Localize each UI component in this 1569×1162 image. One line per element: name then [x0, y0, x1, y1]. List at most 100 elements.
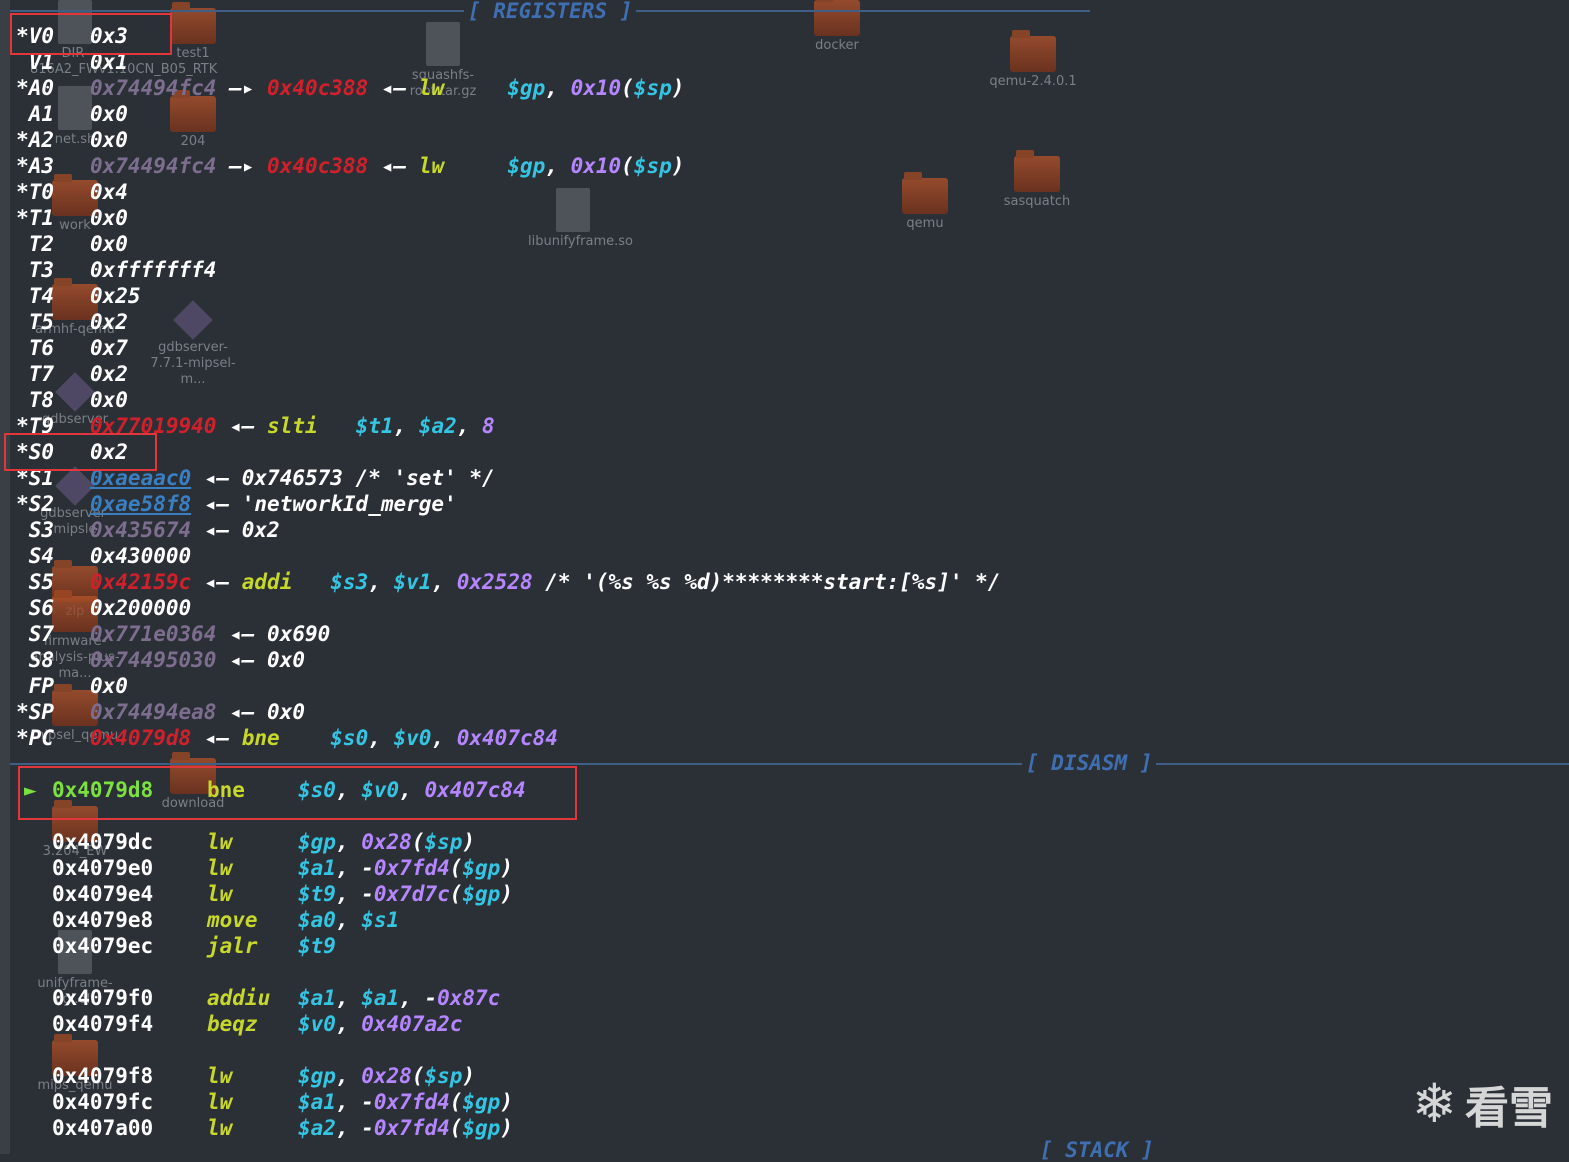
heap-pointer[interactable]: 0xae58f8 [90, 492, 191, 516]
instruction-mnemonic: lw [207, 1064, 233, 1088]
operand: 0x28 [361, 830, 412, 854]
operand: $s0 [330, 726, 369, 750]
operand: ( [411, 830, 425, 854]
operand: $a1 [298, 856, 336, 880]
register-name: T2 [28, 232, 54, 256]
instruction-row[interactable]: 0x4079f8 lw $gp, 0x28($sp) [12, 1063, 912, 1089]
register-value: 0x0 [90, 127, 128, 153]
register-row: *S2 0xae58f8 ◂— 'networkId_merge' [12, 491, 1212, 517]
operand: $t9 [298, 882, 336, 906]
stack-pointer-value[interactable]: 0x74495030 [90, 648, 216, 672]
operand: $gp [462, 1116, 501, 1140]
register-name: *T1 [16, 206, 54, 230]
register-name: S7 [28, 622, 54, 646]
code-pointer[interactable]: 0x40c388 [267, 154, 368, 178]
register-value: 0x0 [90, 231, 128, 257]
operand: , - [335, 856, 374, 880]
deref-arrow: ◂— [229, 700, 255, 724]
operand: , - [399, 986, 438, 1010]
instruction-row[interactable]: 0x4079dc lw $gp, 0x28($sp) [12, 829, 912, 855]
operand: , - [335, 882, 374, 906]
operand: 0x407c84 [456, 726, 558, 750]
register-row: *PC 0x4079d8 ◂— bne $s0, $v0, 0x407c84 [12, 725, 1212, 751]
operand: , [545, 154, 571, 178]
dereferenced-value: 0x2 [241, 518, 280, 542]
code-pointer[interactable]: 0x42159c [90, 570, 191, 594]
operand: ( [449, 1116, 463, 1140]
gdb-terminal[interactable]: [ REGISTERS ] *V0 0x3 V1 0x1 *A0 0x74494fc4 —… [0, 0, 1569, 1162]
instruction-mnemonic: lw [207, 830, 233, 854]
stack-pointer-value[interactable]: 0x74494ea8 [90, 700, 216, 724]
operand: ) [462, 830, 476, 854]
instruction-address: 0x4079e4 [52, 882, 154, 906]
highlight-current-instruction [18, 766, 577, 820]
register-row: T8 0x0 [12, 387, 1212, 413]
instruction-row[interactable]: 0x4079f0 addiu $a1, $a1, -0x87c [12, 985, 912, 1011]
register-name: S6 [28, 596, 54, 620]
operand: ) [671, 76, 685, 100]
instruction-row[interactable]: 0x4079ec jalr $t9 [12, 933, 912, 959]
operand: $a2 [418, 414, 457, 438]
register-value: 0x200000 [90, 595, 191, 621]
instruction-address: 0x4079f0 [52, 986, 154, 1010]
instruction-operands: $t9 [298, 933, 336, 959]
instruction-row[interactable]: 0x407a00 lw $a2, -0x7fd4($gp) [12, 1115, 912, 1141]
operand: , [393, 414, 419, 438]
instruction-address: 0x4079f4 [52, 1012, 154, 1036]
register-value-text: 0x4 [90, 180, 128, 204]
register-value-text: 0x0 [90, 674, 128, 698]
stack-pointer-value[interactable]: 0x771e0364 [90, 622, 216, 646]
instruction-address: 0x4079fc [52, 1090, 154, 1114]
instruction-address: 0x4079e8 [52, 908, 154, 932]
code-pointer[interactable]: 0x4079d8 [90, 726, 191, 750]
instruction-row[interactable]: 0x4079f4 beqz $v0, 0x407a2c [12, 1011, 912, 1037]
instruction-row[interactable]: 0x4079e4 lw $t9, -0x7d7c($gp) [12, 881, 912, 907]
operand: 0x28 [361, 1064, 412, 1088]
kanxue-watermark: ❄ 看雪 [1412, 1072, 1553, 1136]
deref-arrow: ◂— [203, 492, 230, 516]
operand: $v1 [393, 570, 432, 594]
register-value: 0x74495030 ◂— 0x0 [90, 647, 305, 673]
register-value: 0x42159c ◂— addi $s3, $v1, 0x2528 /* '(%… [90, 569, 1000, 595]
register-name: T4 [28, 284, 54, 308]
operand: /* '(%s %s %d)********start:[%s]' */ [532, 570, 1001, 594]
instruction-mnemonic: lw [207, 1116, 233, 1140]
deref-arrow: —▸ [229, 76, 255, 100]
window-left-edge [0, 0, 10, 1154]
dereferenced-value: 'networkId_merge' [241, 492, 457, 516]
register-value: 0x435674 ◂— 0x2 [90, 517, 280, 543]
instruction-operands: $t9, -0x7d7c($gp) [298, 881, 513, 907]
instruction-mnemonic: lw [418, 76, 445, 100]
register-row: *V0 0x3 [12, 23, 1212, 49]
register-name: *T0 [16, 180, 54, 204]
instruction-row[interactable]: 0x4079fc lw $a1, -0x7fd4($gp) [12, 1089, 912, 1115]
register-row: FP 0x0 [12, 673, 1212, 699]
operand: $t1 [355, 414, 394, 438]
instruction-mnemonic: lw [207, 882, 233, 906]
operand: 0x7fd4 [373, 856, 450, 880]
register-name: *S2 [16, 492, 54, 516]
deref-arrow: ◂— [203, 726, 230, 750]
operand: $a2 [298, 1116, 336, 1140]
instruction-address: 0x4079f8 [52, 1064, 154, 1088]
register-row: V1 0x1 [12, 49, 1212, 75]
pointer-address[interactable]: 0x74494fc4 [90, 154, 216, 178]
registers-header: [ REGISTERS ] [464, 0, 637, 23]
operand: ) [462, 1064, 476, 1088]
register-row: S5 0x42159c ◂— addi $s3, $v1, 0x2528 /* '… [12, 569, 1212, 595]
instruction-mnemonic: bne [241, 726, 280, 750]
operand: $sp [424, 830, 463, 854]
register-row: *S1 0xaeaac0 ◂— 0x746573 /* 'set' */ [12, 465, 1212, 491]
instruction-row[interactable]: 0x4079e0 lw $a1, -0x7fd4($gp) [12, 855, 912, 881]
register-value-text: 0x0 [90, 206, 128, 230]
pointer-address[interactable]: 0x74494fc4 [90, 76, 216, 100]
instruction-row[interactable]: 0x4079e8 move $a0, $s1 [12, 907, 912, 933]
register-name: S4 [28, 544, 54, 568]
stack-pointer-value[interactable]: 0x435674 [90, 518, 191, 542]
code-pointer[interactable]: 0x40c388 [267, 76, 368, 100]
operand: ( [621, 76, 634, 100]
highlight-s0 [4, 433, 157, 471]
operand: $gp [462, 1090, 501, 1114]
register-value: 0x7 [90, 335, 128, 361]
operand: , [335, 1012, 362, 1036]
